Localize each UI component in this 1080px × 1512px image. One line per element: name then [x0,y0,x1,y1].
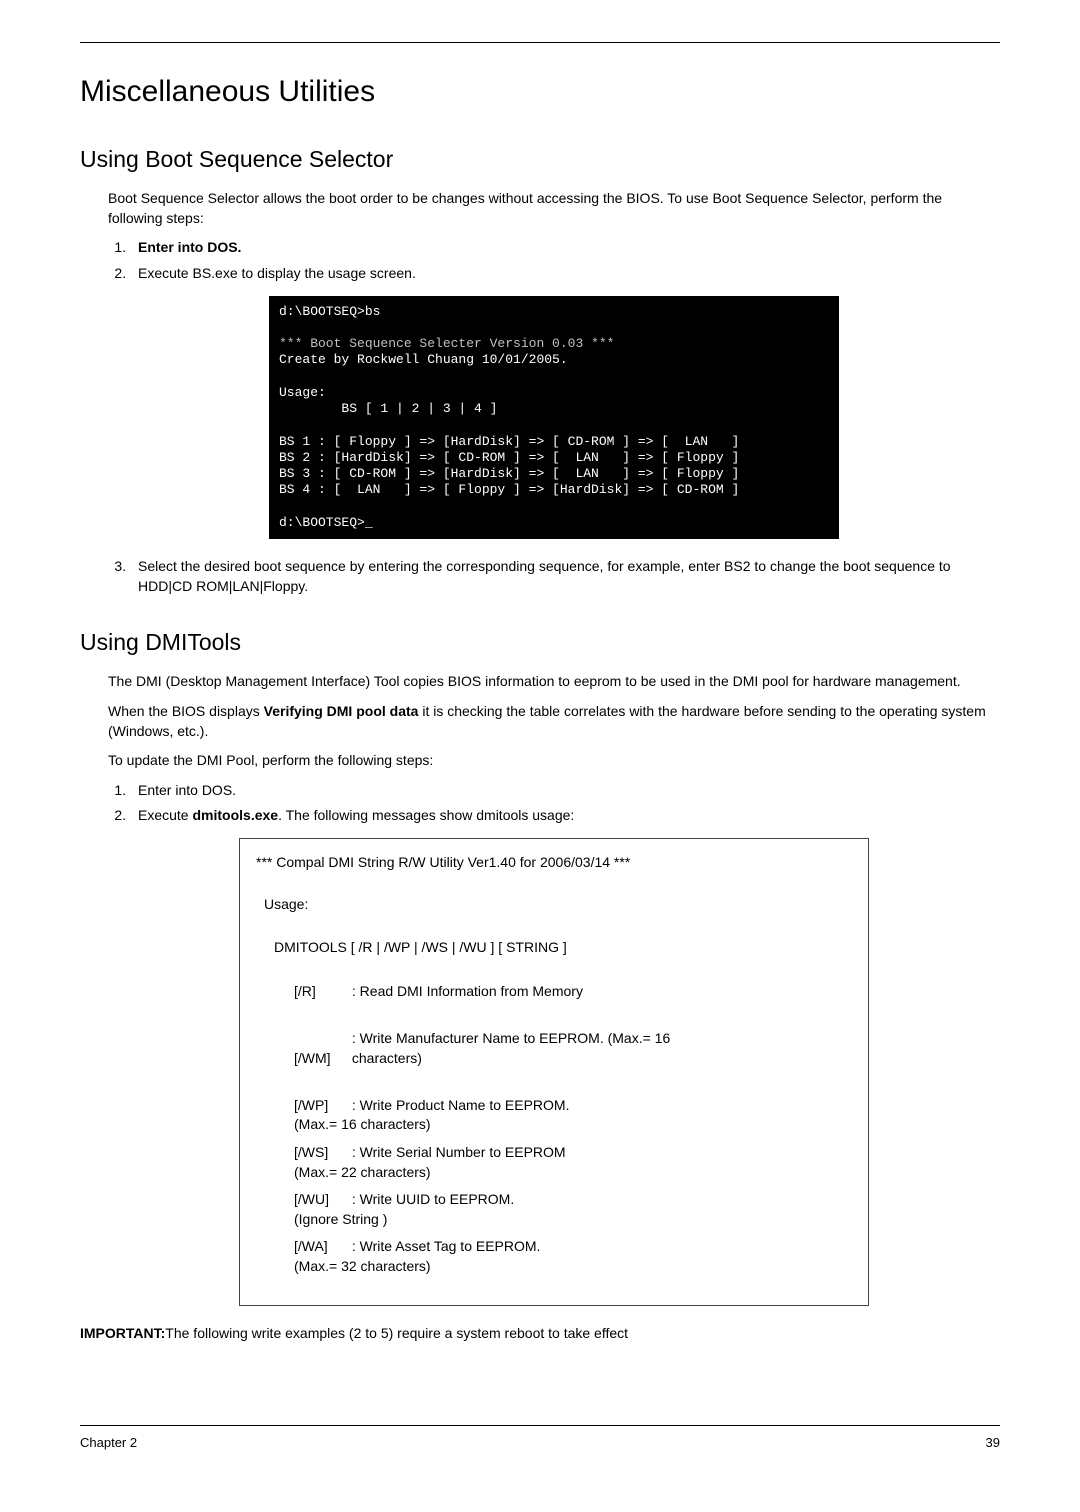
dmi-p3: To update the DMI Pool, perform the foll… [108,751,1000,771]
footer: Chapter 2 39 [80,1434,1000,1452]
footer-right: 39 [986,1434,1000,1452]
important-note: IMPORTANT:The following write examples (… [80,1324,1000,1344]
rule-bottom [80,1425,1000,1426]
dmi-step-1: Enter into DOS. [130,781,1000,801]
spacer [80,1353,1000,1401]
footer-left: Chapter 2 [80,1434,137,1452]
usage-title: *** Compal DMI String R/W Utility Ver1.4… [256,853,852,873]
boot-step-3: Select the desired boot sequence by ente… [130,557,1000,596]
usage-row: [/WM] : Write Manufacturer Name to EEPRO… [294,1029,852,1088]
code-line-3: Create by Rockwell Chuang 10/01/2005. [279,352,568,367]
usage-flag: [/WM] [294,1049,348,1069]
boot-step-1: Enter into DOS. [130,238,1000,258]
code-line-7: BS 2 : [HardDisk] => [ CD-ROM ] => [ LAN… [279,450,739,465]
usage-row: [/WA] : Write Asset Tag to EEPROM. (Max.… [294,1237,852,1276]
usage-desc: : Write Product Name to EEPROM. [352,1096,682,1116]
usage-flag: [/WU] [294,1190,348,1210]
section-boot-selector: Boot Sequence Selector allows the boot o… [80,189,1000,596]
code-line-1: d:\BOOTSEQ>bs [279,304,380,319]
usage-desc: : Write Manufacturer Name to EEPROM. (Ma… [352,1029,682,1068]
dmi-p1: The DMI (Desktop Management Interface) T… [108,672,1000,692]
usage-max: (Max.= 32 characters) [294,1257,484,1277]
code-line-9: BS 4 : [ LAN ] => [ Floppy ] => [HardDis… [279,482,739,497]
usage-cmd: DMITOOLS [ /R | /WP | /WS | /WU ] [ STRI… [274,938,852,958]
h1-misc-utilities: Miscellaneous Utilities [80,71,1000,113]
boot-step-2: Execute BS.exe to display the usage scre… [130,264,1000,284]
dmi-step-2: Execute dmitools.exe. The following mess… [130,806,1000,826]
usage-table: [/R] : Read DMI Information from Memory … [294,982,852,1277]
cursor-icon: _ [365,515,373,530]
code-line-8: BS 3 : [ CD-ROM ] => [HardDisk] => [ LAN… [279,466,739,481]
usage-flag: [/R] [294,982,348,1002]
boot-code-block: d:\BOOTSEQ>bs *** Boot Sequence Selecter… [269,296,839,540]
boot-steps-list: Enter into DOS. Execute BS.exe to displa… [108,238,1000,283]
usage-row: [/WP] : Write Product Name to EEPROM. (M… [294,1096,852,1135]
usage-box: *** Compal DMI String R/W Utility Ver1.4… [239,838,869,1306]
page: Miscellaneous Utilities Using Boot Seque… [0,0,1080,1477]
code-line-6: BS 1 : [ Floppy ] => [HardDisk] => [ CD-… [279,434,739,449]
usage-flag: [/WS] [294,1143,348,1163]
usage-flag: [/WP] [294,1096,348,1116]
rule-top [80,42,1000,43]
usage-desc: : Read DMI Information from Memory [352,982,682,1002]
usage-flag: [/WA] [294,1237,348,1257]
boot-steps-list-cont: Select the desired boot sequence by ente… [108,557,1000,596]
boot-intro: Boot Sequence Selector allows the boot o… [108,189,1000,228]
code-line-5: BS [ 1 | 2 | 3 | 4 ] [279,401,497,416]
usage-max: (Max.= 16 characters) [294,1115,484,1135]
usage-desc: : Write UUID to EEPROM. [352,1190,682,1210]
dmi-p2: When the BIOS displays Verifying DMI poo… [108,702,1000,741]
h2-boot-sequence-selector: Using Boot Sequence Selector [80,143,1000,175]
code-line-10: d:\BOOTSEQ> [279,515,365,530]
usage-max: (Max.= 22 characters) [294,1163,484,1183]
usage-row: [/WS] : Write Serial Number to EEPROM (M… [294,1143,852,1182]
dmi-steps-list: Enter into DOS. Execute dmitools.exe. Th… [108,781,1000,826]
usage-desc: : Write Asset Tag to EEPROM. [352,1237,682,1257]
usage-max: (Ignore String ) [294,1210,484,1230]
code-line-2: *** Boot Sequence Selecter Version 0.03 … [279,336,614,351]
usage-row: [/WU] : Write UUID to EEPROM. (Ignore St… [294,1190,852,1229]
code-line-4: Usage: [279,385,326,400]
usage-label: Usage: [264,895,852,915]
usage-row: [/R] : Read DMI Information from Memory [294,982,852,1021]
usage-desc: : Write Serial Number to EEPROM [352,1143,682,1163]
section-dmitools: The DMI (Desktop Management Interface) T… [80,672,1000,1305]
h2-dmitools: Using DMITools [80,626,1000,658]
